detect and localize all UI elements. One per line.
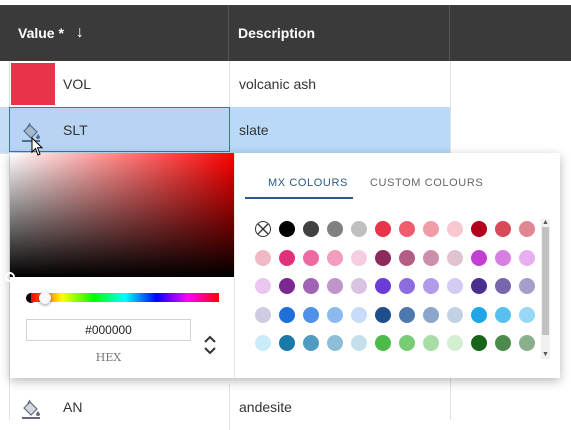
- palette-swatch[interactable]: [279, 221, 295, 237]
- palette-swatch[interactable]: [255, 249, 271, 266]
- palette-swatch[interactable]: [351, 221, 367, 237]
- column-header-value-label: Value *: [18, 25, 64, 41]
- description-cell[interactable]: volcanic ash: [239, 61, 316, 107]
- value-cell[interactable]: AN: [63, 384, 82, 430]
- paint-bucket-icon[interactable]: [19, 397, 43, 421]
- saturation-value-handle[interactable]: [5, 272, 15, 282]
- table-row[interactable]: AN andesite: [0, 384, 450, 430]
- palette-swatch[interactable]: [255, 306, 271, 323]
- palette-swatch[interactable]: [519, 278, 535, 294]
- palette-swatch[interactable]: [303, 278, 319, 294]
- tab-mx-colours[interactable]: MX COLOURS: [268, 177, 348, 189]
- format-toggle-icon[interactable]: [202, 333, 218, 357]
- hue-slider[interactable]: [31, 293, 219, 302]
- palette-swatch[interactable]: [519, 249, 535, 266]
- palette-tabs: MX COLOURS CUSTOM COLOURS: [244, 165, 544, 201]
- palette-swatch[interactable]: [447, 221, 463, 237]
- palette-swatch[interactable]: [351, 306, 367, 323]
- value-cell[interactable]: VOL: [63, 61, 91, 107]
- palette-swatch[interactable]: [327, 278, 343, 294]
- palette-swatch[interactable]: [327, 249, 343, 266]
- column-header-description[interactable]: Description: [230, 5, 450, 61]
- palette-scrollbar[interactable]: ▲ ▼: [541, 219, 550, 359]
- palette-swatch[interactable]: [471, 278, 487, 294]
- palette-swatch[interactable]: [447, 249, 463, 266]
- palette-swatch[interactable]: [471, 221, 487, 237]
- palette-swatch[interactable]: [471, 249, 487, 266]
- tab-custom-colours[interactable]: CUSTOM COLOURS: [370, 177, 483, 189]
- palette-swatch[interactable]: [303, 249, 319, 266]
- palette-swatch[interactable]: [351, 249, 367, 266]
- palette-swatch[interactable]: [279, 278, 295, 294]
- no-colour-icon: [257, 223, 269, 235]
- palette-swatch[interactable]: [375, 306, 391, 323]
- scroll-down-icon[interactable]: ▼: [541, 351, 550, 359]
- palette-swatch[interactable]: [351, 278, 367, 294]
- active-tab-indicator: [245, 197, 353, 199]
- palette-swatch[interactable]: [471, 306, 487, 323]
- palette-swatch[interactable]: [423, 306, 439, 323]
- cell-divider: [229, 61, 230, 107]
- palette-swatch[interactable]: [495, 306, 511, 323]
- palette-swatch[interactable]: [351, 335, 367, 351]
- palette-swatch[interactable]: [423, 221, 439, 237]
- color-picker-popup: HEX MX COLOURS CUSTOM COLOURS ▲ ▼: [5, 153, 560, 378]
- panel-divider: [234, 153, 235, 378]
- palette-swatch[interactable]: [495, 335, 511, 351]
- hue-slider-handle[interactable]: [39, 292, 51, 304]
- palette-swatch[interactable]: [303, 221, 319, 237]
- description-cell[interactable]: slate: [239, 107, 269, 153]
- palette-swatch[interactable]: [375, 278, 391, 294]
- palette-swatch[interactable]: [303, 306, 319, 323]
- palette-swatch[interactable]: [255, 335, 271, 351]
- table-row-selected[interactable]: SLT slate: [0, 107, 450, 154]
- value-cell[interactable]: SLT: [63, 107, 88, 153]
- saturation-value-area[interactable]: [10, 153, 234, 277]
- palette-swatch[interactable]: [399, 221, 415, 237]
- palette-swatch[interactable]: [375, 335, 391, 351]
- palette-swatch[interactable]: [279, 335, 295, 351]
- palette-swatch[interactable]: [255, 278, 271, 294]
- palette-swatch[interactable]: [519, 221, 535, 237]
- palette-swatch[interactable]: [279, 249, 295, 266]
- scrollbar-thumb[interactable]: [542, 227, 549, 335]
- palette-swatch[interactable]: [399, 306, 415, 323]
- palette-swatch[interactable]: [327, 306, 343, 323]
- column-header-description-label: Description: [238, 25, 316, 41]
- palette-swatch[interactable]: [471, 335, 487, 351]
- column-header-value[interactable]: Value * ↓: [0, 5, 229, 61]
- palette-swatch[interactable]: [399, 249, 415, 266]
- palette-swatch[interactable]: [327, 335, 343, 351]
- palette-swatch[interactable]: [423, 335, 439, 351]
- palette-swatch[interactable]: [279, 306, 295, 323]
- palette-swatch[interactable]: [303, 335, 319, 351]
- hex-input[interactable]: [26, 319, 191, 341]
- palette-swatch[interactable]: [399, 278, 415, 294]
- no-colour-swatch[interactable]: [255, 221, 271, 237]
- palette-swatch[interactable]: [519, 306, 535, 323]
- hex-label: HEX: [95, 351, 122, 364]
- palette-swatch[interactable]: [519, 335, 535, 351]
- palette-swatch[interactable]: [495, 278, 511, 294]
- cell-divider: [229, 384, 230, 430]
- palette-swatch[interactable]: [447, 278, 463, 294]
- table-row[interactable]: VOL volcanic ash: [0, 61, 450, 108]
- palette-swatch[interactable]: [423, 278, 439, 294]
- palette-swatch[interactable]: [495, 249, 511, 266]
- scroll-up-icon[interactable]: ▲: [541, 219, 550, 227]
- palette-swatch[interactable]: [399, 335, 415, 351]
- grid-header: Value * ↓ Description: [0, 5, 571, 61]
- palette-swatch[interactable]: [447, 335, 463, 351]
- palette-swatch[interactable]: [375, 249, 391, 266]
- sort-descending-icon[interactable]: ↓: [76, 24, 84, 42]
- colour-palette: [249, 215, 541, 365]
- mouse-cursor-icon: [31, 137, 44, 156]
- palette-swatch[interactable]: [327, 221, 343, 237]
- description-cell[interactable]: andesite: [239, 384, 292, 430]
- color-swatch[interactable]: [11, 63, 55, 105]
- palette-swatch[interactable]: [495, 221, 511, 237]
- palette-swatch[interactable]: [447, 306, 463, 323]
- palette-swatch[interactable]: [423, 249, 439, 266]
- palette-swatch[interactable]: [375, 221, 391, 237]
